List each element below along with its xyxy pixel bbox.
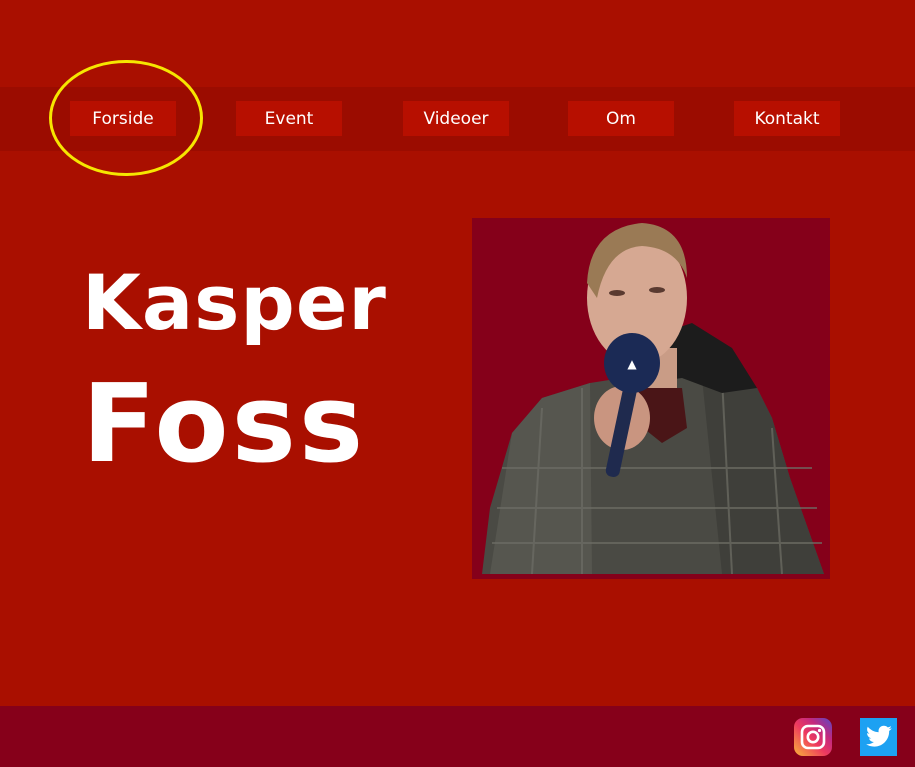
- instagram-glyph: [800, 724, 826, 750]
- hero-first-name: Kasper: [82, 258, 387, 347]
- twitter-icon[interactable]: [860, 718, 897, 756]
- nav-item-kontakt[interactable]: Kontakt: [734, 101, 840, 136]
- footer-bar: [0, 706, 915, 767]
- instagram-icon[interactable]: [794, 718, 832, 756]
- person-with-microphone-photo: ▲: [482, 223, 824, 575]
- nav-item-videoer[interactable]: Videoer: [403, 101, 509, 136]
- nav-item-event[interactable]: Event: [236, 101, 342, 136]
- nav-item-forside[interactable]: Forside: [70, 101, 176, 136]
- hero-last-name: Foss: [82, 362, 367, 487]
- profile-photo: ▲: [472, 218, 830, 579]
- svg-text:▲: ▲: [627, 357, 637, 371]
- nav-item-om[interactable]: Om: [568, 101, 674, 136]
- twitter-bird-glyph: [865, 725, 892, 747]
